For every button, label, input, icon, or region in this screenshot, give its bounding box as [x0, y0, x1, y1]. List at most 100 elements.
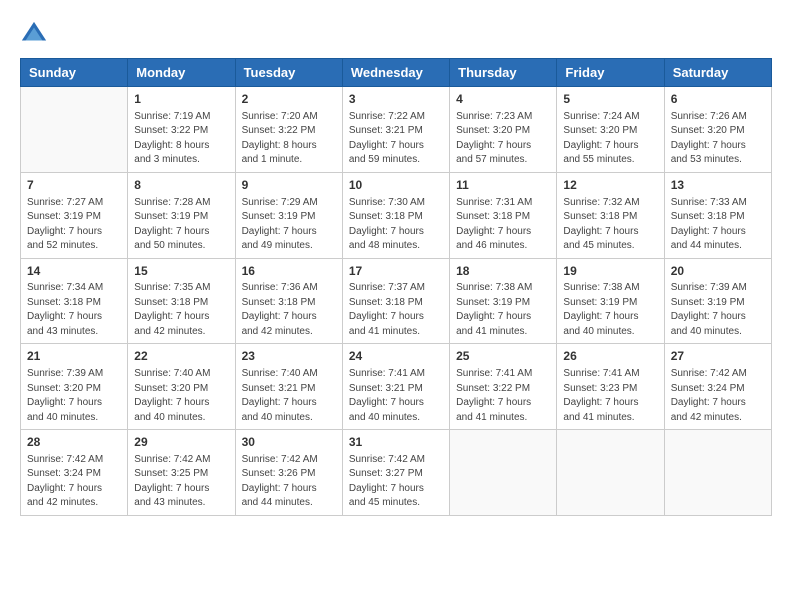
- calendar-week-row: 14Sunrise: 7:34 AM Sunset: 3:18 PM Dayli…: [21, 258, 772, 344]
- day-number: 16: [242, 263, 336, 280]
- calendar-cell: 23 Sunrise: 7:40 AM Sunset: 3:21 PM Dayli…: [235, 344, 342, 430]
- day-number: 26: [563, 348, 657, 365]
- calendar-cell: 21 Sunrise: 7:39 AM Sunset: 3:20 PM Dayli…: [21, 344, 128, 430]
- day-info: Sunrise: 7:42 AM Sunset: 3:27 PM Dayligh…: [349, 453, 443, 511]
- calendar-cell: 14Sunrise: 7:34 AM Sunset: 3:18 PM Dayli…: [21, 258, 128, 344]
- calendar-header-sunday: Sunday: [21, 59, 128, 87]
- day-info: Sunrise: 7:41 AM Sunset: 3:21 PM Dayligh…: [349, 367, 443, 425]
- calendar-cell: 24 Sunrise: 7:41 AM Sunset: 3:21 PM Dayli…: [342, 344, 449, 430]
- day-number: 23: [242, 348, 336, 365]
- calendar-week-row: 28 Sunrise: 7:42 AM Sunset: 3:24 PM Dayli…: [21, 430, 772, 516]
- day-number: 8: [134, 177, 228, 194]
- calendar-header-saturday: Saturday: [664, 59, 771, 87]
- day-info: Sunrise: 7:37 AM Sunset: 3:18 PM Dayligh…: [349, 281, 443, 339]
- day-info: Sunrise: 7:35 AM Sunset: 3:18 PM Dayligh…: [134, 281, 228, 339]
- day-number: 9: [242, 177, 336, 194]
- day-number: 28: [27, 434, 121, 451]
- calendar-cell: [21, 87, 128, 173]
- day-number: 22: [134, 348, 228, 365]
- calendar-header-tuesday: Tuesday: [235, 59, 342, 87]
- day-number: 24: [349, 348, 443, 365]
- day-number: 29: [134, 434, 228, 451]
- calendar-cell: 27 Sunrise: 7:42 AM Sunset: 3:24 PM Dayli…: [664, 344, 771, 430]
- day-info: Sunrise: 7:42 AM Sunset: 3:25 PM Dayligh…: [134, 453, 228, 511]
- day-number: 27: [671, 348, 765, 365]
- calendar-cell: 28 Sunrise: 7:42 AM Sunset: 3:24 PM Dayli…: [21, 430, 128, 516]
- day-info: Sunrise: 7:41 AM Sunset: 3:23 PM Dayligh…: [563, 367, 657, 425]
- day-number: 20: [671, 263, 765, 280]
- day-info: Sunrise: 7:38 AM Sunset: 3:19 PM Dayligh…: [456, 281, 550, 339]
- calendar-cell: 30 Sunrise: 7:42 AM Sunset: 3:26 PM Dayli…: [235, 430, 342, 516]
- calendar-header-monday: Monday: [128, 59, 235, 87]
- day-info: Sunrise: 7:20 AM Sunset: 3:22 PM Dayligh…: [242, 110, 336, 168]
- calendar-header-row: SundayMondayTuesdayWednesdayThursdayFrid…: [21, 59, 772, 87]
- calendar-table: SundayMondayTuesdayWednesdayThursdayFrid…: [20, 58, 772, 516]
- calendar-cell: 7 Sunrise: 7:27 AM Sunset: 3:19 PM Daylig…: [21, 172, 128, 258]
- day-info: Sunrise: 7:27 AM Sunset: 3:19 PM Dayligh…: [27, 196, 121, 254]
- day-number: 17: [349, 263, 443, 280]
- page-header: [20, 20, 772, 48]
- logo-icon: [20, 20, 48, 48]
- day-number: 3: [349, 91, 443, 108]
- day-info: Sunrise: 7:30 AM Sunset: 3:18 PM Dayligh…: [349, 196, 443, 254]
- calendar-week-row: 7 Sunrise: 7:27 AM Sunset: 3:19 PM Daylig…: [21, 172, 772, 258]
- day-info: Sunrise: 7:31 AM Sunset: 3:18 PM Dayligh…: [456, 196, 550, 254]
- calendar-cell: 13 Sunrise: 7:33 AM Sunset: 3:18 PM Dayli…: [664, 172, 771, 258]
- day-number: 1: [134, 91, 228, 108]
- day-info: Sunrise: 7:34 AM Sunset: 3:18 PM Dayligh…: [27, 281, 121, 339]
- day-number: 31: [349, 434, 443, 451]
- day-info: Sunrise: 7:42 AM Sunset: 3:26 PM Dayligh…: [242, 453, 336, 511]
- day-info: Sunrise: 7:36 AM Sunset: 3:18 PM Dayligh…: [242, 281, 336, 339]
- calendar-cell: 16Sunrise: 7:36 AM Sunset: 3:18 PM Dayli…: [235, 258, 342, 344]
- calendar-cell: [664, 430, 771, 516]
- calendar-cell: 29 Sunrise: 7:42 AM Sunset: 3:25 PM Dayli…: [128, 430, 235, 516]
- calendar-week-row: 1 Sunrise: 7:19 AM Sunset: 3:22 PM Daylig…: [21, 87, 772, 173]
- day-info: Sunrise: 7:40 AM Sunset: 3:20 PM Dayligh…: [134, 367, 228, 425]
- day-number: 14: [27, 263, 121, 280]
- day-number: 7: [27, 177, 121, 194]
- day-info: Sunrise: 7:23 AM Sunset: 3:20 PM Dayligh…: [456, 110, 550, 168]
- day-info: Sunrise: 7:28 AM Sunset: 3:19 PM Dayligh…: [134, 196, 228, 254]
- calendar-cell: 9 Sunrise: 7:29 AM Sunset: 3:19 PM Daylig…: [235, 172, 342, 258]
- calendar-cell: 20Sunrise: 7:39 AM Sunset: 3:19 PM Dayli…: [664, 258, 771, 344]
- day-number: 6: [671, 91, 765, 108]
- day-number: 30: [242, 434, 336, 451]
- calendar-cell: 15Sunrise: 7:35 AM Sunset: 3:18 PM Dayli…: [128, 258, 235, 344]
- calendar-header-wednesday: Wednesday: [342, 59, 449, 87]
- calendar-week-row: 21 Sunrise: 7:39 AM Sunset: 3:20 PM Dayli…: [21, 344, 772, 430]
- day-info: Sunrise: 7:29 AM Sunset: 3:19 PM Dayligh…: [242, 196, 336, 254]
- day-number: 15: [134, 263, 228, 280]
- calendar-cell: 26 Sunrise: 7:41 AM Sunset: 3:23 PM Dayli…: [557, 344, 664, 430]
- calendar-cell: [557, 430, 664, 516]
- calendar-cell: 10Sunrise: 7:30 AM Sunset: 3:18 PM Dayli…: [342, 172, 449, 258]
- calendar-cell: [450, 430, 557, 516]
- day-number: 13: [671, 177, 765, 194]
- day-info: Sunrise: 7:33 AM Sunset: 3:18 PM Dayligh…: [671, 196, 765, 254]
- calendar-cell: 22 Sunrise: 7:40 AM Sunset: 3:20 PM Dayli…: [128, 344, 235, 430]
- day-number: 18: [456, 263, 550, 280]
- calendar-cell: 18Sunrise: 7:38 AM Sunset: 3:19 PM Dayli…: [450, 258, 557, 344]
- day-number: 11: [456, 177, 550, 194]
- day-info: Sunrise: 7:39 AM Sunset: 3:20 PM Dayligh…: [27, 367, 121, 425]
- calendar-cell: 31 Sunrise: 7:42 AM Sunset: 3:27 PM Dayli…: [342, 430, 449, 516]
- day-number: 21: [27, 348, 121, 365]
- day-number: 2: [242, 91, 336, 108]
- calendar-cell: 19Sunrise: 7:38 AM Sunset: 3:19 PM Dayli…: [557, 258, 664, 344]
- calendar-cell: 2 Sunrise: 7:20 AM Sunset: 3:22 PM Daylig…: [235, 87, 342, 173]
- calendar-cell: 12Sunrise: 7:32 AM Sunset: 3:18 PM Dayli…: [557, 172, 664, 258]
- day-info: Sunrise: 7:32 AM Sunset: 3:18 PM Dayligh…: [563, 196, 657, 254]
- day-info: Sunrise: 7:42 AM Sunset: 3:24 PM Dayligh…: [27, 453, 121, 511]
- day-info: Sunrise: 7:42 AM Sunset: 3:24 PM Dayligh…: [671, 367, 765, 425]
- day-number: 25: [456, 348, 550, 365]
- logo: [20, 20, 52, 48]
- calendar-cell: 25 Sunrise: 7:41 AM Sunset: 3:22 PM Dayli…: [450, 344, 557, 430]
- calendar-cell: 11 Sunrise: 7:31 AM Sunset: 3:18 PM Dayli…: [450, 172, 557, 258]
- day-info: Sunrise: 7:26 AM Sunset: 3:20 PM Dayligh…: [671, 110, 765, 168]
- day-info: Sunrise: 7:41 AM Sunset: 3:22 PM Dayligh…: [456, 367, 550, 425]
- calendar-cell: 17Sunrise: 7:37 AM Sunset: 3:18 PM Dayli…: [342, 258, 449, 344]
- day-info: Sunrise: 7:38 AM Sunset: 3:19 PM Dayligh…: [563, 281, 657, 339]
- day-number: 5: [563, 91, 657, 108]
- day-info: Sunrise: 7:40 AM Sunset: 3:21 PM Dayligh…: [242, 367, 336, 425]
- day-info: Sunrise: 7:24 AM Sunset: 3:20 PM Dayligh…: [563, 110, 657, 168]
- day-info: Sunrise: 7:19 AM Sunset: 3:22 PM Dayligh…: [134, 110, 228, 168]
